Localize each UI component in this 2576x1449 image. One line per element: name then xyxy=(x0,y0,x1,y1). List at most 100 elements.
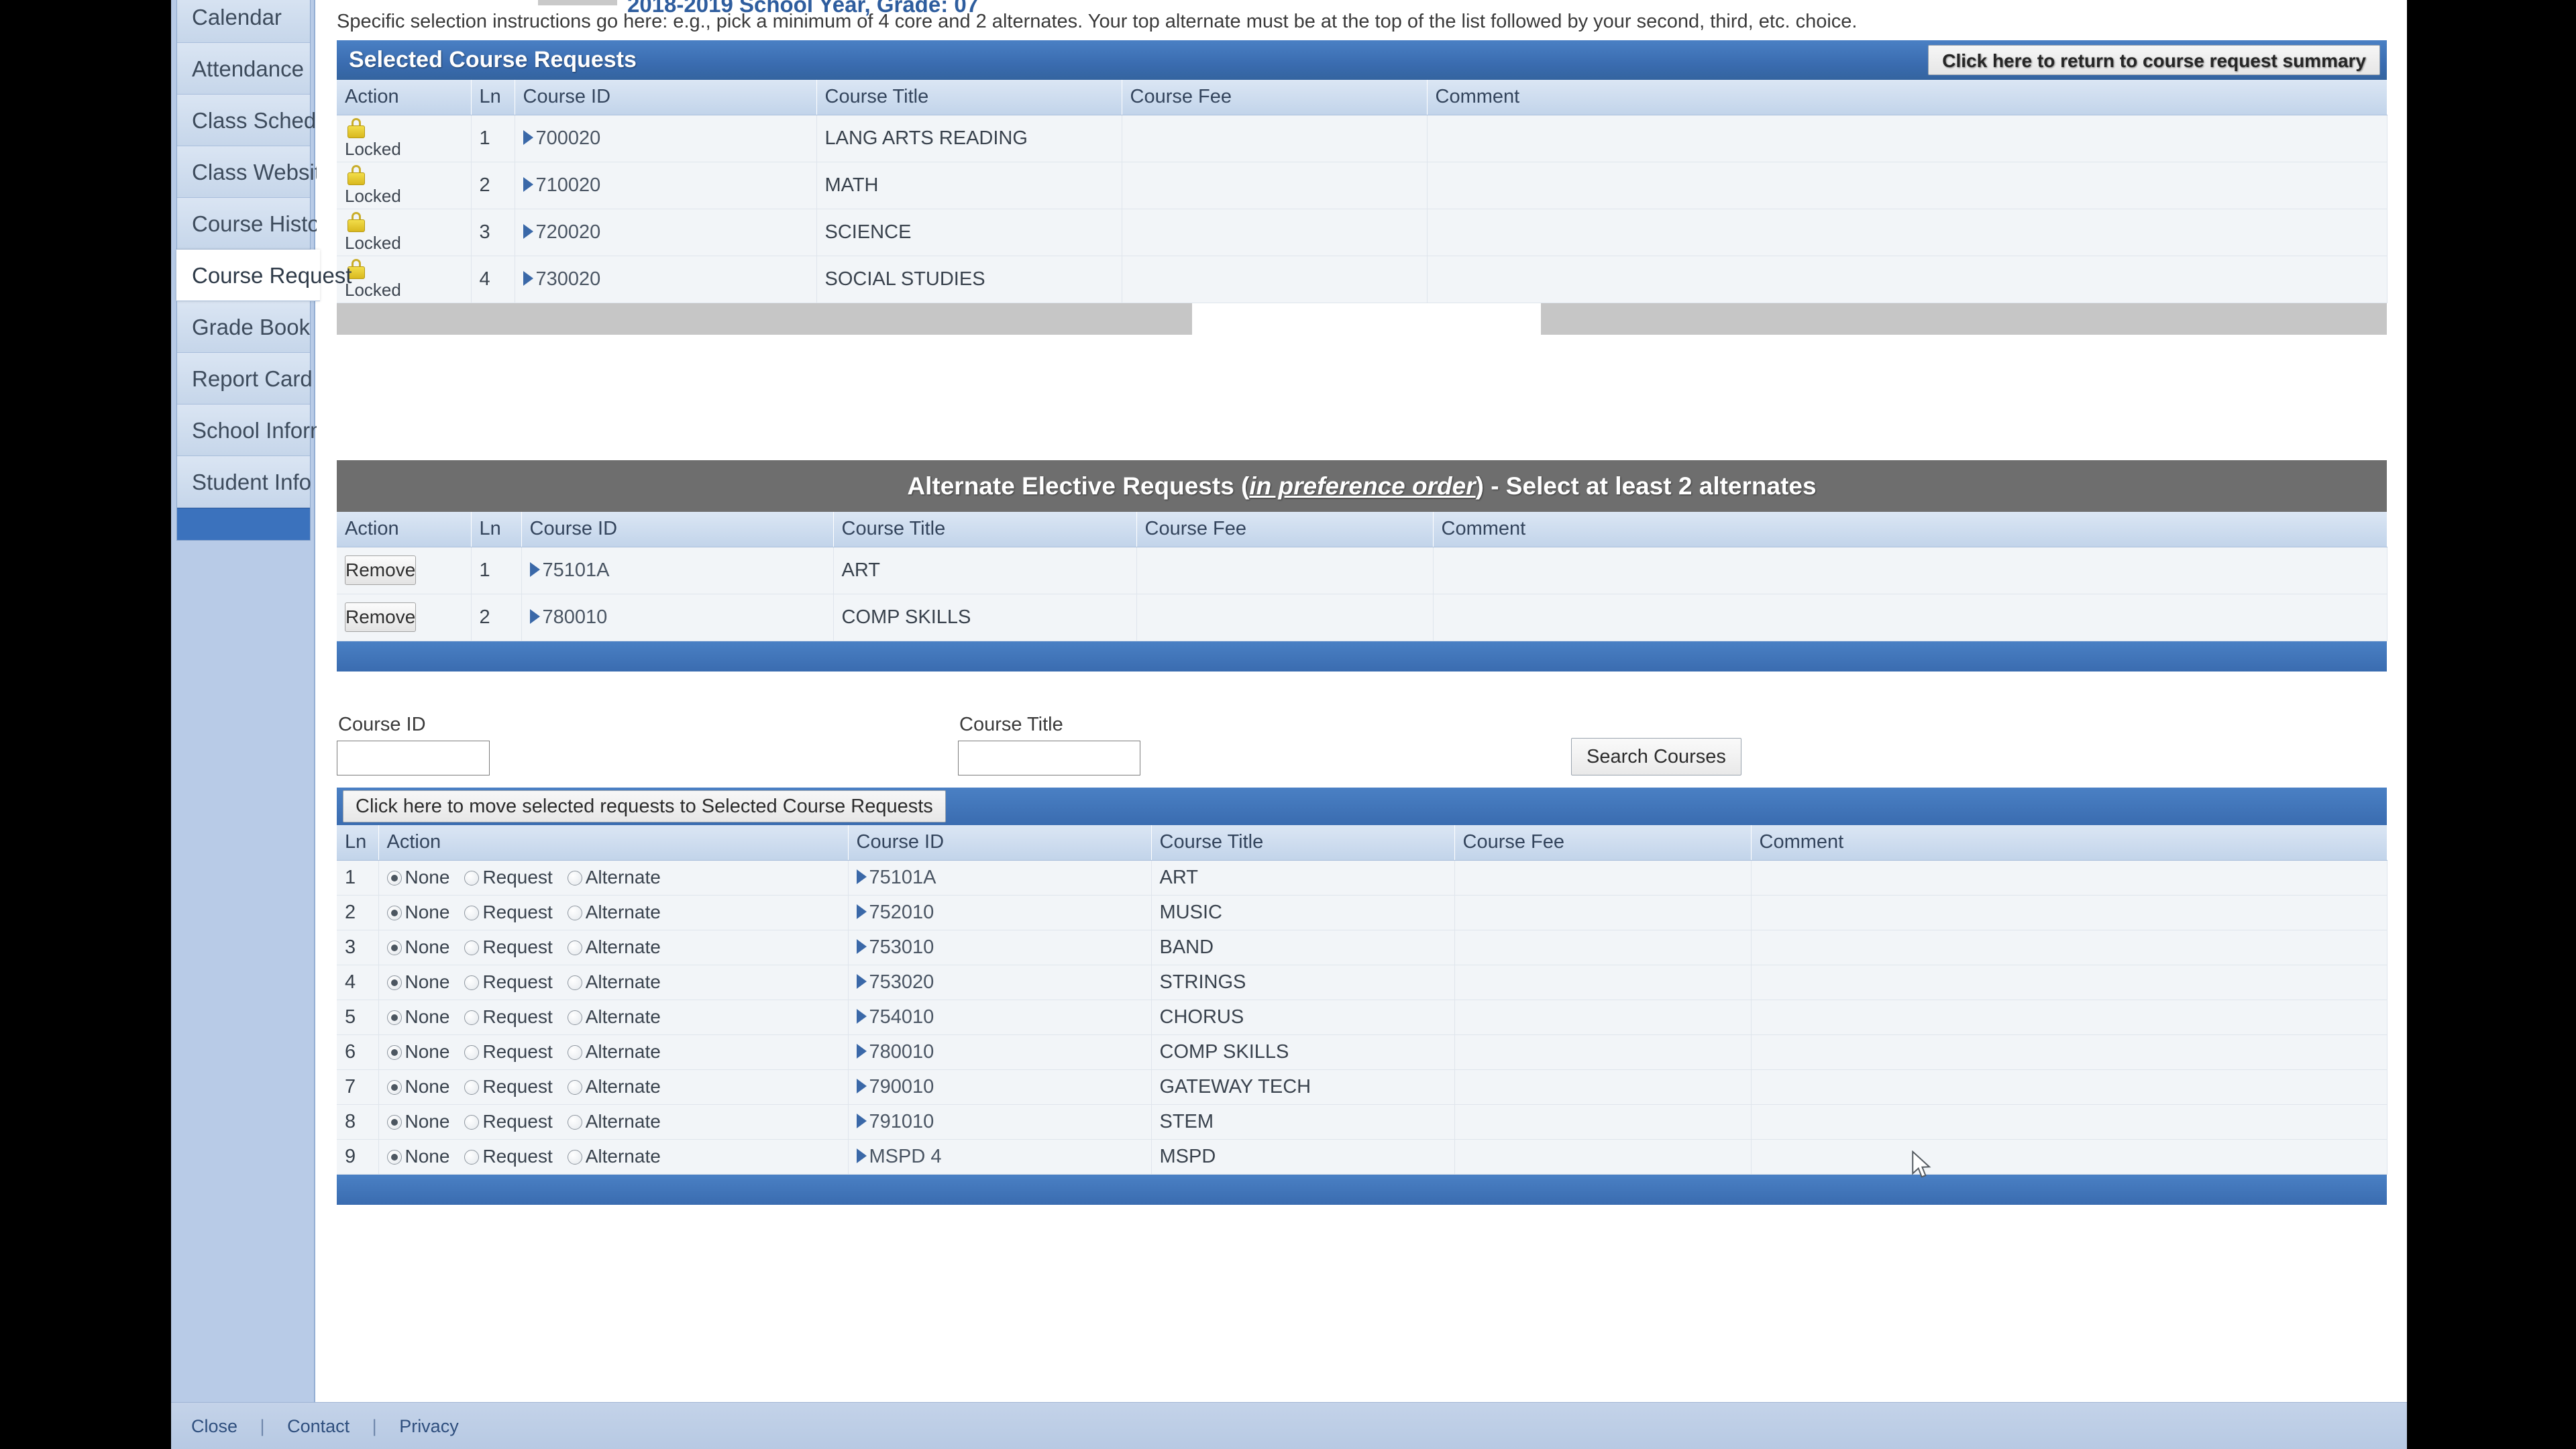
course-id-cell[interactable]: 75101A xyxy=(521,547,834,594)
footer-contact-link[interactable]: Contact xyxy=(287,1416,350,1436)
course-id-cell[interactable]: 780010 xyxy=(848,1034,1152,1070)
search-course-title-input[interactable] xyxy=(958,741,1140,775)
radio-label-request[interactable]: Request xyxy=(482,1041,552,1062)
radio-label-alternate[interactable]: Alternate xyxy=(586,971,661,992)
expand-triangle-icon[interactable] xyxy=(856,973,867,989)
radio-request[interactable] xyxy=(464,1114,480,1130)
sidebar-item-class-schedule[interactable]: Class Schedule xyxy=(177,95,345,146)
sidebar-item-course-history[interactable]: Course History xyxy=(177,198,338,250)
course-id-cell[interactable]: 730020 xyxy=(515,256,817,303)
radio-label-request[interactable]: Request xyxy=(482,936,552,957)
radio-label-alternate[interactable]: Alternate xyxy=(586,1146,661,1167)
course-id-cell[interactable]: 752010 xyxy=(848,895,1152,930)
course-id-cell[interactable]: 790010 xyxy=(848,1069,1152,1105)
sidebar-item-class-websites[interactable]: Class Websites xyxy=(177,146,344,198)
radio-alternate[interactable] xyxy=(567,870,582,885)
radio-request[interactable] xyxy=(464,1149,480,1165)
sidebar-item-student-info[interactable]: Student Info xyxy=(177,456,311,508)
sidebar-item-calendar[interactable]: Calendar xyxy=(177,0,310,43)
expand-triangle-icon[interactable] xyxy=(856,1113,867,1128)
radio-label-none[interactable]: None xyxy=(405,1111,450,1132)
course-id-cell[interactable]: 710020 xyxy=(515,162,817,209)
move-to-selected-requests-button[interactable]: Click here to move selected requests to … xyxy=(343,790,946,822)
course-id-cell[interactable]: 75101A xyxy=(848,860,1152,896)
course-id-cell[interactable]: 700020 xyxy=(515,115,817,162)
expand-triangle-icon[interactable] xyxy=(856,1148,867,1163)
radio-label-request[interactable]: Request xyxy=(482,867,552,888)
radio-label-request[interactable]: Request xyxy=(482,1006,552,1027)
course-id-cell[interactable]: 753020 xyxy=(848,965,1152,1000)
expand-triangle-icon[interactable] xyxy=(856,1078,867,1093)
radio-label-none[interactable]: None xyxy=(405,1006,450,1027)
course-id-cell[interactable]: 780010 xyxy=(521,594,834,641)
footer-close-link[interactable]: Close xyxy=(191,1416,237,1436)
expand-triangle-icon[interactable] xyxy=(529,608,540,624)
radio-label-request[interactable]: Request xyxy=(482,971,552,992)
expand-triangle-icon[interactable] xyxy=(856,1043,867,1059)
course-id-cell[interactable]: 791010 xyxy=(848,1104,1152,1140)
radio-none[interactable] xyxy=(386,1114,402,1130)
radio-none[interactable] xyxy=(386,1079,402,1095)
radio-label-alternate[interactable]: Alternate xyxy=(586,1076,661,1097)
radio-none[interactable] xyxy=(386,905,402,920)
radio-none[interactable] xyxy=(386,1010,402,1025)
radio-label-alternate[interactable]: Alternate xyxy=(586,867,661,888)
sidebar-item-grade-book[interactable]: Grade Book xyxy=(177,301,310,353)
radio-alternate[interactable] xyxy=(567,1044,582,1060)
expand-triangle-icon[interactable] xyxy=(523,223,533,239)
radio-label-request[interactable]: Request xyxy=(482,1111,552,1132)
radio-label-request[interactable]: Request xyxy=(482,902,552,922)
radio-label-request[interactable]: Request xyxy=(482,1076,552,1097)
radio-alternate[interactable] xyxy=(567,1149,582,1165)
expand-triangle-icon[interactable] xyxy=(856,1008,867,1024)
sidebar-item-report-card[interactable]: Report Card xyxy=(177,353,313,405)
radio-none[interactable] xyxy=(386,975,402,990)
sidebar-item-course-request[interactable]: Course Request xyxy=(176,250,352,301)
radio-request[interactable] xyxy=(464,1044,480,1060)
expand-triangle-icon[interactable] xyxy=(529,561,540,577)
radio-none[interactable] xyxy=(386,1149,402,1165)
expand-triangle-icon[interactable] xyxy=(523,129,533,145)
radio-label-none[interactable]: None xyxy=(405,1076,450,1097)
expand-triangle-icon[interactable] xyxy=(856,869,867,884)
radio-alternate[interactable] xyxy=(567,1079,582,1095)
sidebar-item-school-information[interactable]: School Information xyxy=(177,405,376,456)
radio-label-request[interactable]: Request xyxy=(482,1146,552,1167)
radio-alternate[interactable] xyxy=(567,905,582,920)
radio-label-alternate[interactable]: Alternate xyxy=(586,1111,661,1132)
expand-triangle-icon[interactable] xyxy=(523,270,533,286)
radio-label-none[interactable]: None xyxy=(405,936,450,957)
radio-request[interactable] xyxy=(464,975,480,990)
radio-label-alternate[interactable]: Alternate xyxy=(586,936,661,957)
radio-label-alternate[interactable]: Alternate xyxy=(586,1041,661,1062)
radio-request[interactable] xyxy=(464,1010,480,1025)
course-id-cell[interactable]: 720020 xyxy=(515,209,817,256)
radio-label-alternate[interactable]: Alternate xyxy=(586,1006,661,1027)
radio-alternate[interactable] xyxy=(567,975,582,990)
radio-label-none[interactable]: None xyxy=(405,1041,450,1062)
radio-label-none[interactable]: None xyxy=(405,971,450,992)
remove-button[interactable]: Remove xyxy=(345,602,417,632)
radio-label-none[interactable]: None xyxy=(405,902,450,922)
radio-none[interactable] xyxy=(386,1044,402,1060)
sidebar-item-attendance[interactable]: Attendance xyxy=(177,43,310,95)
radio-label-alternate[interactable]: Alternate xyxy=(586,902,661,922)
search-courses-button[interactable]: Search Courses xyxy=(1571,738,1741,775)
radio-none[interactable] xyxy=(386,940,402,955)
expand-triangle-icon[interactable] xyxy=(856,904,867,919)
radio-none[interactable] xyxy=(386,870,402,885)
radio-label-none[interactable]: None xyxy=(405,1146,450,1167)
radio-request[interactable] xyxy=(464,1079,480,1095)
search-course-id-input[interactable] xyxy=(337,741,490,775)
expand-triangle-icon[interactable] xyxy=(523,176,533,192)
course-id-cell[interactable]: 753010 xyxy=(848,930,1152,965)
radio-label-none[interactable]: None xyxy=(405,867,450,888)
footer-privacy-link[interactable]: Privacy xyxy=(399,1416,459,1436)
radio-request[interactable] xyxy=(464,905,480,920)
remove-button[interactable]: Remove xyxy=(345,555,417,585)
return-to-summary-button[interactable]: Click here to return to course request s… xyxy=(1928,45,2380,75)
course-id-cell[interactable]: MSPD 4 xyxy=(848,1139,1152,1175)
radio-request[interactable] xyxy=(464,940,480,955)
course-id-cell[interactable]: 754010 xyxy=(848,1000,1152,1035)
radio-alternate[interactable] xyxy=(567,1010,582,1025)
